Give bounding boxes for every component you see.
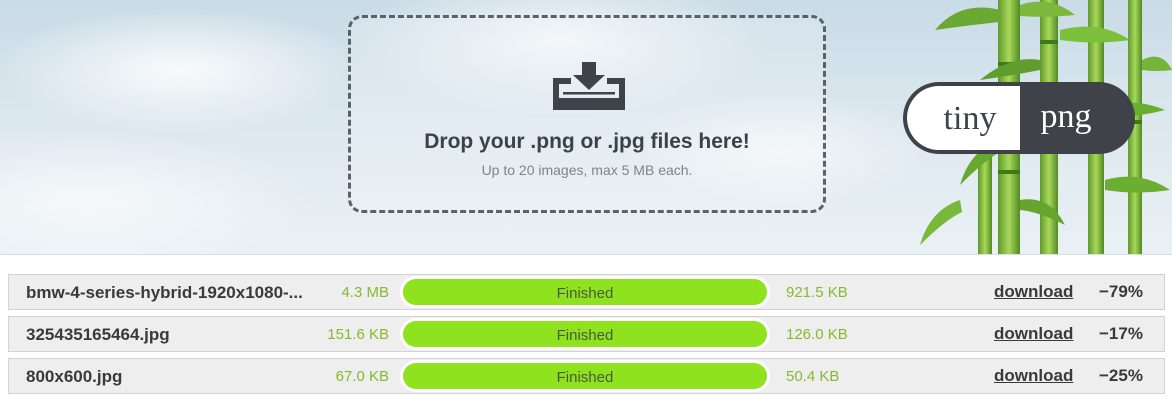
original-size: 4.3 MB <box>341 284 389 301</box>
logo-text-tiny: tiny <box>944 100 997 137</box>
compressed-size: 126.0 KB <box>786 326 848 343</box>
logo-text-png: png <box>1041 98 1092 135</box>
original-size: 67.0 KB <box>335 368 389 385</box>
file-row: 325435165464.jpg 151.6 KB Finished 126.0… <box>8 316 1165 352</box>
download-link[interactable]: download <box>994 282 1073 302</box>
savings-percent: −79% <box>1099 282 1143 301</box>
file-name: 325435165464.jpg <box>26 325 170 344</box>
dropzone-subtitle: Up to 20 images, max 5 MB each. <box>481 162 693 178</box>
progress-track: Finished <box>400 276 770 308</box>
progress-track: Finished <box>400 318 770 350</box>
compressed-size: 50.4 KB <box>786 368 840 385</box>
file-dropzone[interactable]: Drop your .png or .jpg files here! Up to… <box>348 15 826 213</box>
file-row: bmw-4-series-hybrid-1920x1080-... 4.3 MB… <box>8 274 1165 310</box>
file-row: 800x600.jpg 67.0 KB Finished 50.4 KB dow… <box>8 358 1165 394</box>
file-name: bmw-4-series-hybrid-1920x1080-... <box>26 283 303 302</box>
savings-percent: −25% <box>1099 366 1143 385</box>
progress-bar: Finished <box>403 321 767 347</box>
status-label: Finished <box>556 285 614 302</box>
tinypng-logo[interactable]: tiny png <box>902 81 1136 155</box>
progress-track: Finished <box>400 360 770 392</box>
compressed-size: 921.5 KB <box>786 284 848 301</box>
download-tray-icon <box>553 62 625 110</box>
file-name: 800x600.jpg <box>26 367 123 386</box>
status-label: Finished <box>556 327 614 344</box>
dropzone-title: Drop your .png or .jpg files here! <box>424 130 750 153</box>
status-label: Finished <box>556 369 614 386</box>
progress-bar: Finished <box>403 363 767 389</box>
download-link[interactable]: download <box>994 324 1073 344</box>
download-link[interactable]: download <box>994 366 1073 386</box>
hero-banner: Drop your .png or .jpg files here! Up to… <box>0 0 1172 255</box>
original-size: 151.6 KB <box>327 326 389 343</box>
progress-bar: Finished <box>403 279 767 305</box>
savings-percent: −17% <box>1099 324 1143 343</box>
